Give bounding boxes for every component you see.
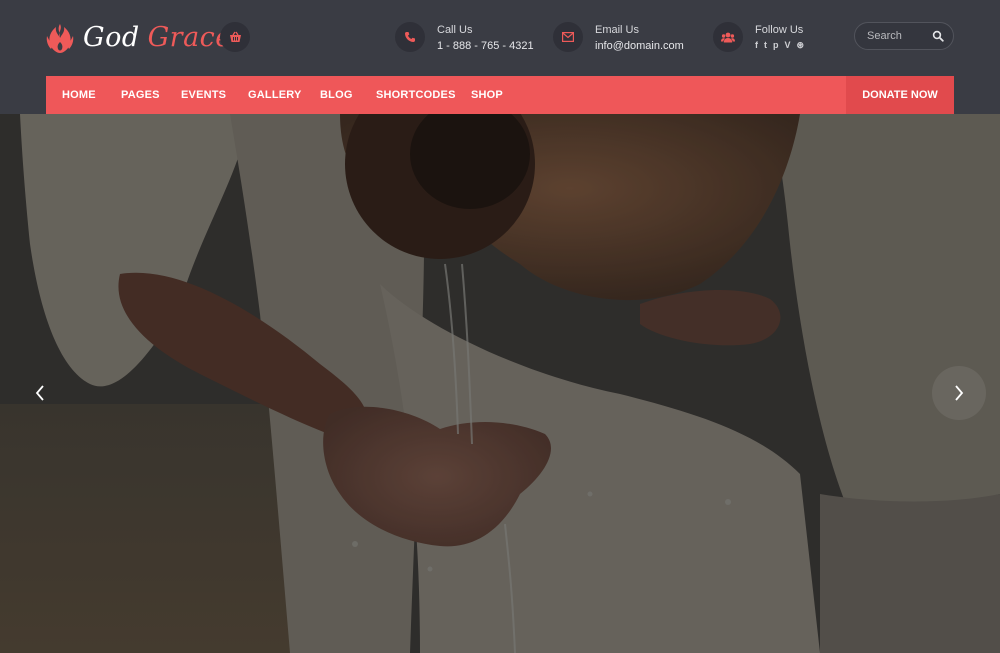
slider-prev-button[interactable] xyxy=(13,366,67,420)
search-icon[interactable] xyxy=(932,30,944,42)
donate-now-button[interactable]: Donate Now xyxy=(846,76,954,114)
nav-item-shop[interactable]: Shop xyxy=(471,76,503,114)
nav-item-events[interactable]: Events xyxy=(181,76,226,114)
call-us-label: Call Us xyxy=(437,24,473,36)
site-logo[interactable]: God Grace xyxy=(45,22,232,54)
social-links: f t p V ⊛ xyxy=(755,41,804,50)
call-us-block: Call Us 1 - 888 - 765 - 4321 xyxy=(437,22,534,54)
email-address[interactable]: info@domain.com xyxy=(595,38,684,54)
chevron-left-icon xyxy=(35,385,44,401)
users-icon xyxy=(721,32,735,42)
phone-number[interactable]: 1 - 888 - 765 - 4321 xyxy=(437,38,534,54)
email-us-label: Email Us xyxy=(595,24,640,36)
slider-next-button[interactable] xyxy=(932,366,986,420)
phone-icon-badge xyxy=(395,22,425,52)
twitter-icon[interactable]: t xyxy=(764,41,767,50)
follow-us-block: Follow Us f t p V ⊛ xyxy=(755,22,804,50)
nav-item-gallery[interactable]: Gallery xyxy=(248,76,302,114)
nav-item-blog[interactable]: Blog xyxy=(320,76,353,114)
dribbble-icon[interactable]: ⊛ xyxy=(797,41,805,50)
email-us-block: Email Us info@domain.com xyxy=(595,22,684,54)
pinterest-icon[interactable]: p xyxy=(773,41,779,50)
search-input[interactable] xyxy=(867,29,931,43)
hero-slider xyxy=(0,114,1000,653)
users-icon-badge xyxy=(713,22,743,52)
phone-icon xyxy=(405,32,415,42)
search-box xyxy=(854,22,954,50)
main-navigation: Home Pages Events Gallery Blog Shortcode… xyxy=(46,76,954,114)
facebook-icon[interactable]: f xyxy=(755,41,758,50)
nav-item-home[interactable]: Home xyxy=(62,76,96,114)
nav-item-pages[interactable]: Pages xyxy=(121,76,160,114)
follow-us-label: Follow Us xyxy=(755,24,804,36)
nav-item-shortcodes[interactable]: Shortcodes xyxy=(376,76,456,114)
vimeo-icon[interactable]: V xyxy=(785,41,791,50)
cart-button[interactable] xyxy=(220,22,250,52)
brand-name: God Grace xyxy=(83,22,232,54)
email-icon-badge xyxy=(553,22,583,52)
envelope-icon xyxy=(562,32,574,42)
chevron-right-icon xyxy=(955,385,964,401)
site-header: God Grace Call Us 1 - 888 - 765 - 4321 Em… xyxy=(0,0,1000,114)
shopping-basket-icon xyxy=(229,31,241,42)
brand-word-god: God xyxy=(83,22,140,53)
hero-image xyxy=(0,114,1000,653)
flame-logo-icon xyxy=(46,24,74,53)
